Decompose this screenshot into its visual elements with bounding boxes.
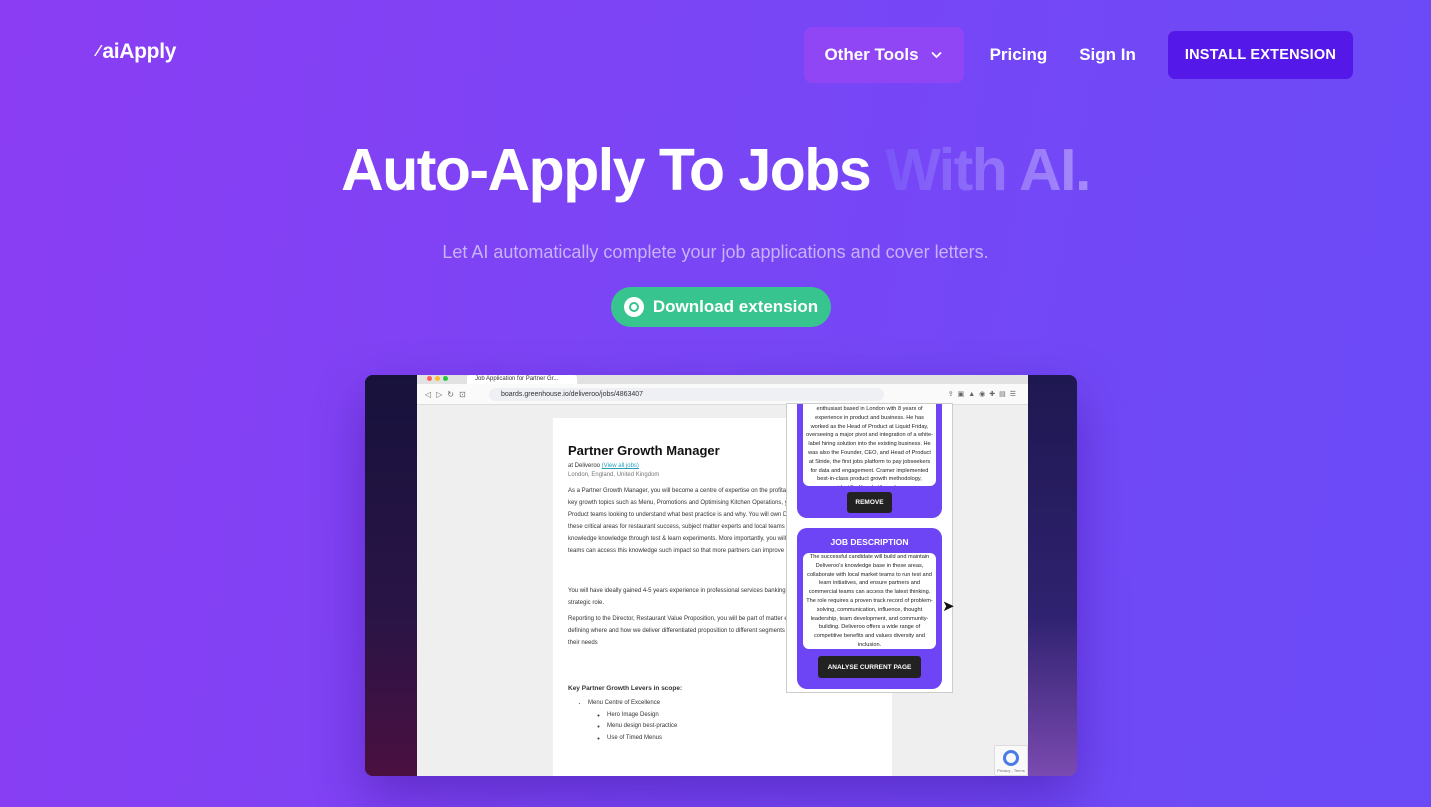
levers-list: Menu Centre of Excellence Hero Image Des… [568, 698, 877, 744]
company-text: at Deliveroo [568, 463, 602, 469]
sub-levers-list: Hero Image Design Menu design best-pract… [588, 710, 877, 745]
logo[interactable]: ⁄ aiApply [97, 40, 176, 64]
recaptcha-text: Privacy - Terms [997, 768, 1025, 773]
logo-text: aiApply [102, 40, 177, 63]
other-tools-label: Other Tools [824, 45, 919, 64]
headline-main: Auto-Apply To Jobs [341, 137, 886, 203]
install-extension-button[interactable]: INSTALL EXTENSION [1167, 31, 1353, 79]
magic-wand-icon: ⁄ [97, 43, 100, 60]
mouse-cursor-icon: ➤ [942, 598, 955, 615]
list-item: Menu Centre of Excellence [588, 698, 877, 710]
browser-tab-bar: Job Application for Partner Gr... [417, 375, 1028, 384]
main-nav: Other Tools Pricing Sign In INSTALL EXTE… [804, 27, 1353, 83]
chrome-icon [623, 297, 644, 317]
profile-text: enthusiast based in London with 8 years … [803, 404, 936, 486]
chevron-down-icon [930, 51, 942, 59]
headline-accent: With AI. [885, 137, 1091, 203]
pricing-link[interactable]: Pricing [974, 45, 1064, 65]
address-bar: ◁▷↻⊡ boards.greenhouse.io/deliveroo/jobs… [417, 384, 1028, 405]
recaptcha-icon [1003, 750, 1019, 766]
view-all-jobs-link: (View all jobs) [601, 463, 639, 469]
job-description-heading: JOB DESCRIPTION [830, 537, 909, 547]
window-controls [427, 376, 448, 381]
extension-icons: ⇪▣▲◉✚▤☰ [947, 391, 1020, 398]
video-shade-right [1028, 375, 1077, 776]
list-item: Use of Timed Menus [607, 733, 877, 745]
browser-nav-icons: ◁▷↻⊡ [425, 390, 471, 399]
analyse-page-button: ANALYSE CURRENT PAGE [818, 656, 921, 678]
hero-subhead: Let AI automatically complete your job a… [442, 242, 989, 262]
hero-headline: Auto-Apply To Jobs With AI. [0, 136, 1431, 204]
list-item: Hero Image Design [607, 710, 877, 722]
sign-in-link[interactable]: Sign In [1063, 45, 1152, 65]
other-tools-dropdown[interactable]: Other Tools [804, 27, 964, 83]
job-description-card: JOB DESCRIPTION The successful candidate… [797, 528, 942, 689]
video-shade-left [365, 375, 417, 776]
recaptcha-badge: Privacy - Terms [994, 745, 1028, 776]
remove-button: REMOVE [847, 492, 892, 513]
browser-tab: Job Application for Partner Gr... [467, 375, 577, 384]
browser-window: Job Application for Partner Gr... ◁▷↻⊡ b… [417, 375, 1028, 776]
list-item: Menu design best-practice [607, 721, 877, 733]
job-description-text: The successful candidate will build and … [803, 553, 936, 649]
cta-label: Download extension [652, 297, 819, 316]
demo-video[interactable]: Job Application for Partner Gr... ◁▷↻⊡ b… [365, 375, 1077, 776]
download-extension-button[interactable]: Download extension [611, 287, 831, 327]
url-field: boards.greenhouse.io/deliveroo/jobs/4863… [489, 388, 884, 401]
profile-card: enthusiast based in London with 8 years … [797, 404, 942, 518]
extension-panel: enthusiast based in London with 8 years … [786, 403, 953, 693]
